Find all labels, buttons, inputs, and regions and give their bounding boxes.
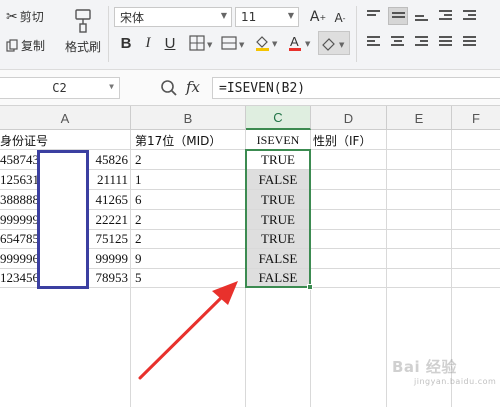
align-right-button[interactable] (412, 33, 432, 51)
paint-bucket-icon: ▼ (256, 36, 278, 51)
justify-button[interactable] (436, 33, 456, 51)
eraser-icon: ▼ (322, 38, 345, 51)
distributed-align-button[interactable] (460, 33, 480, 51)
scissors-icon: ✂ (6, 8, 18, 25)
ribbon-toolbar: ✂ 剪切 复制 格式刷 宋体 ▼ 11 ▼ A + A- B I U ▼ ▼ ▼ … (0, 0, 500, 70)
bold-button[interactable]: B (116, 33, 136, 53)
svg-text:A: A (290, 34, 299, 49)
justify-icon (439, 36, 452, 48)
watermark: Bai 经验 jingyan.baidu.com (392, 358, 497, 386)
id-cell-right[interactable]: 41265 (88, 190, 130, 210)
align-left-icon (367, 36, 380, 48)
id-cell-right[interactable]: 45826 (88, 150, 130, 170)
cut-button[interactable]: ✂ 剪切 (6, 8, 44, 25)
clear-format-button[interactable]: ▼ (318, 31, 350, 55)
fill-color-button[interactable]: ▼ (253, 33, 281, 53)
decrease-font-icon[interactable]: A- (330, 8, 350, 28)
id-cell-left[interactable]: 999999 (0, 210, 40, 230)
align-middle-button[interactable] (388, 7, 408, 25)
fill-handle[interactable] (307, 284, 313, 290)
selection-range (245, 149, 311, 288)
mid-cell[interactable]: 9 (131, 249, 245, 269)
align-bottom-button[interactable] (412, 7, 432, 25)
insert-function-button[interactable]: fx (186, 78, 200, 96)
column-header-b[interactable]: B (131, 106, 246, 130)
font-color-icon: A ▼ (289, 34, 311, 51)
format-painter-button[interactable]: 格式刷 (62, 6, 104, 54)
increase-indent-button[interactable] (460, 7, 480, 25)
column-header-a[interactable]: A (0, 106, 131, 130)
svg-text:▼: ▼ (339, 41, 345, 49)
grid-line (386, 130, 387, 407)
outdent-icon (439, 10, 452, 22)
ribbon-divider (108, 6, 109, 62)
id-cell-right[interactable]: 78953 (88, 268, 130, 288)
align-right-icon (415, 36, 428, 48)
id-cell-right[interactable]: 75125 (88, 229, 130, 249)
cell-style-icon: ▼ (221, 36, 245, 50)
align-center-icon (391, 36, 404, 48)
borders-icon: ▼ (189, 35, 213, 51)
name-box[interactable]: C2 ▼ (0, 77, 120, 99)
align-top-button[interactable] (364, 7, 384, 25)
align-top-icon (367, 10, 380, 18)
indent-icon (463, 10, 476, 22)
id-cell-right[interactable]: 99999 (88, 249, 130, 269)
font-size-select[interactable]: 11 ▼ (235, 7, 299, 27)
svg-text:▼: ▼ (305, 40, 311, 48)
mid-cell[interactable]: 6 (131, 190, 245, 210)
borders-button[interactable]: ▼ (188, 33, 216, 53)
copy-button[interactable]: 复制 (6, 37, 45, 54)
mid-cell[interactable]: 2 (131, 229, 245, 249)
align-bottom-icon (415, 15, 428, 23)
svg-text:▼: ▼ (272, 40, 278, 48)
formula-bar: C2 ▼ fx =ISEVEN(B2) (0, 70, 500, 106)
id-cell-right[interactable]: 22221 (88, 210, 130, 230)
chevron-down-icon: ▼ (109, 82, 114, 91)
zoom-search-icon[interactable] (160, 79, 178, 97)
distributed-align-icon (463, 36, 476, 48)
formula-input[interactable]: =ISEVEN(B2) (212, 77, 500, 99)
format-painter-icon (73, 8, 93, 38)
ribbon-divider (356, 6, 357, 62)
redaction-box (37, 150, 89, 289)
id-cell-right[interactable]: 21111 (88, 170, 130, 190)
mid-cell[interactable]: 2 (131, 150, 245, 170)
column-header-f[interactable]: F (452, 106, 500, 130)
id-cell-left[interactable]: 388888 (0, 190, 40, 210)
header-cell-mid[interactable]: 第17位（MID） (131, 130, 245, 150)
align-center-button[interactable] (388, 33, 408, 51)
mid-cell[interactable]: 2 (131, 210, 245, 230)
header-cell-id[interactable]: 身份证号 (0, 130, 130, 150)
italic-button[interactable]: I (138, 33, 158, 53)
id-cell-left[interactable]: 125631 (0, 170, 40, 190)
header-cell-gender[interactable]: 性别（IF） (313, 130, 413, 150)
svg-text:▼: ▼ (207, 41, 213, 49)
svg-text:▼: ▼ (239, 41, 245, 49)
id-cell-left[interactable]: 123456 (0, 268, 40, 288)
mid-cell[interactable]: 5 (131, 268, 245, 288)
copy-icon (6, 39, 18, 52)
font-color-button[interactable]: A ▼ (286, 33, 314, 53)
id-cell-left[interactable]: 999996 (0, 249, 40, 269)
underline-button[interactable]: U (160, 33, 180, 53)
column-headers: A B C D E F (0, 106, 500, 130)
column-header-d[interactable]: D (311, 106, 387, 130)
align-left-button[interactable] (364, 33, 384, 51)
align-middle-icon (392, 12, 405, 20)
chevron-down-icon: ▼ (220, 11, 227, 20)
chevron-down-icon: ▼ (287, 11, 294, 20)
column-header-e[interactable]: E (387, 106, 452, 130)
id-cell-left[interactable]: 458743 (0, 150, 40, 170)
increase-font-icon[interactable]: A + (308, 7, 328, 27)
column-header-c[interactable]: C (246, 106, 311, 130)
cell-style-button[interactable]: ▼ (220, 33, 248, 53)
header-cell-iseven[interactable]: ISEVEN (246, 130, 310, 150)
id-cell-left[interactable]: 654785 (0, 229, 40, 249)
mid-cell[interactable]: 1 (131, 170, 245, 190)
font-name-select[interactable]: 宋体 ▼ (114, 7, 232, 27)
decrease-indent-button[interactable] (436, 7, 456, 25)
